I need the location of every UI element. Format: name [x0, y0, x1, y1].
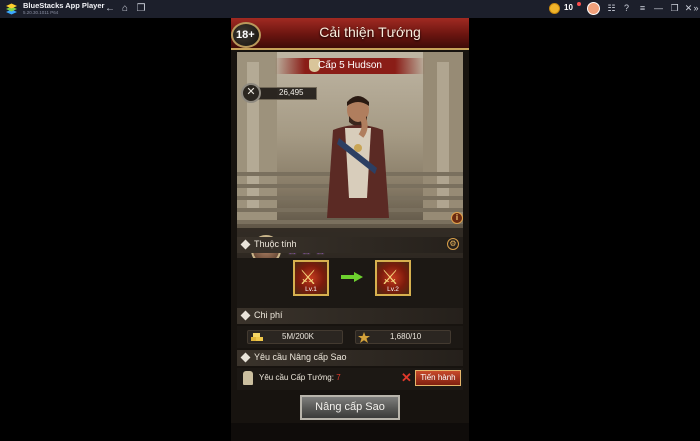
bottom-edge — [231, 423, 469, 441]
attribute-details-icon[interactable]: ⚙ — [447, 238, 459, 250]
diamond-icon — [240, 352, 251, 363]
hero-figure — [327, 96, 389, 218]
attribute-current[interactable]: ⚔ Lv.1 — [293, 260, 329, 296]
crossed-swords-icon: ✕ — [241, 83, 261, 103]
attributes-row: ⚔ Lv.1 ⚔ Lv.2 — [237, 258, 463, 308]
emulator-title-bar: BlueStacks App Player 5.20.30.1011 P64 ←… — [0, 0, 700, 18]
gold-cost: 5M/200K — [247, 330, 343, 344]
menu-icon[interactable]: ☷ — [605, 2, 618, 15]
hero-display: Cấp 5 Hudson ✕ 26,495 i ★ ★ ★ — [237, 52, 463, 290]
minimize-icon[interactable]: — — [652, 2, 665, 15]
info-icon[interactable]: i — [451, 212, 463, 224]
cost-row: 5M/200K 1,680/10 — [237, 326, 463, 348]
hamburger-icon[interactable]: ≡ — [636, 2, 649, 15]
back-icon[interactable]: ← — [104, 2, 116, 15]
upgrade-star-button[interactable]: Nâng cấp Sao — [300, 395, 400, 420]
power-value: 26,495 — [279, 88, 304, 97]
requirement-level: 7 — [336, 373, 341, 382]
hero-level-banner: Cấp 5 Hudson — [275, 58, 425, 74]
arrow-right-icon — [341, 272, 363, 282]
emulator-version: 5.20.30.1011 P64 — [23, 10, 59, 15]
age-rating-badge: 18+ — [231, 22, 261, 48]
expand-icon[interactable]: » — [692, 2, 700, 15]
unmet-x-icon: ✕ — [401, 370, 412, 385]
home-icon[interactable]: ⌂ — [119, 2, 131, 15]
bluestacks-logo-icon — [6, 3, 17, 15]
multi-instance-icon[interactable]: ❐ — [135, 2, 147, 15]
proceed-button[interactable]: Tiến hành — [415, 370, 461, 386]
avatar[interactable] — [587, 2, 600, 15]
coin-icon[interactable] — [549, 3, 560, 14]
requirement-row: Yêu cầu Cấp Tướng: 7 ✕ Tiến hành — [237, 368, 463, 390]
attribute-next[interactable]: ⚔ Lv.2 — [375, 260, 411, 296]
attribute-next-level: Lv.2 — [387, 286, 399, 293]
age-rating-text: 18+ — [236, 29, 255, 41]
notification-dot — [577, 2, 581, 6]
cost-section-header: Chi phí — [237, 308, 463, 324]
diamond-icon — [240, 239, 251, 250]
gold-bars-icon — [251, 333, 263, 341]
emulator-title: BlueStacks App Player — [23, 1, 105, 10]
restore-icon[interactable]: ❐ — [668, 2, 681, 15]
game-screen: 18+ Cải thiện Tướng Cấp 5 Hudson ✕ 26,49… — [231, 18, 469, 441]
attributes-section-header: Thuộc tính ⚙ — [237, 237, 463, 253]
requirement-description: Yêu cầu Cấp Tướng: — [259, 373, 334, 382]
coin-count: 10 — [564, 3, 573, 12]
requirement-section-header: Yêu cầu Nâng cấp Sao — [237, 350, 463, 366]
cost-label: Chi phí — [254, 310, 283, 320]
page-title: Cải thiện Tướng — [319, 24, 421, 40]
page-header: 18+ Cải thiện Tướng — [231, 18, 469, 50]
helmet-icon — [243, 371, 253, 385]
star-medal-icon — [358, 332, 370, 343]
attribute-current-level: Lv.1 — [305, 286, 317, 293]
requirement-text: Yêu cầu Cấp Tướng: 7 — [259, 373, 341, 382]
attributes-label: Thuộc tính — [254, 239, 297, 249]
help-icon[interactable]: ? — [620, 2, 633, 15]
medal-cost: 1,680/10 — [355, 330, 451, 344]
diamond-icon — [240, 310, 251, 321]
gold-cost-value: 5M/200K — [282, 332, 315, 341]
hero-level-name: Cấp 5 Hudson — [318, 60, 382, 71]
hero-power: ✕ 26,495 — [241, 83, 317, 103]
medal-cost-value: 1,680/10 — [390, 332, 422, 341]
requirement-label: Yêu cầu Nâng cấp Sao — [254, 352, 347, 362]
